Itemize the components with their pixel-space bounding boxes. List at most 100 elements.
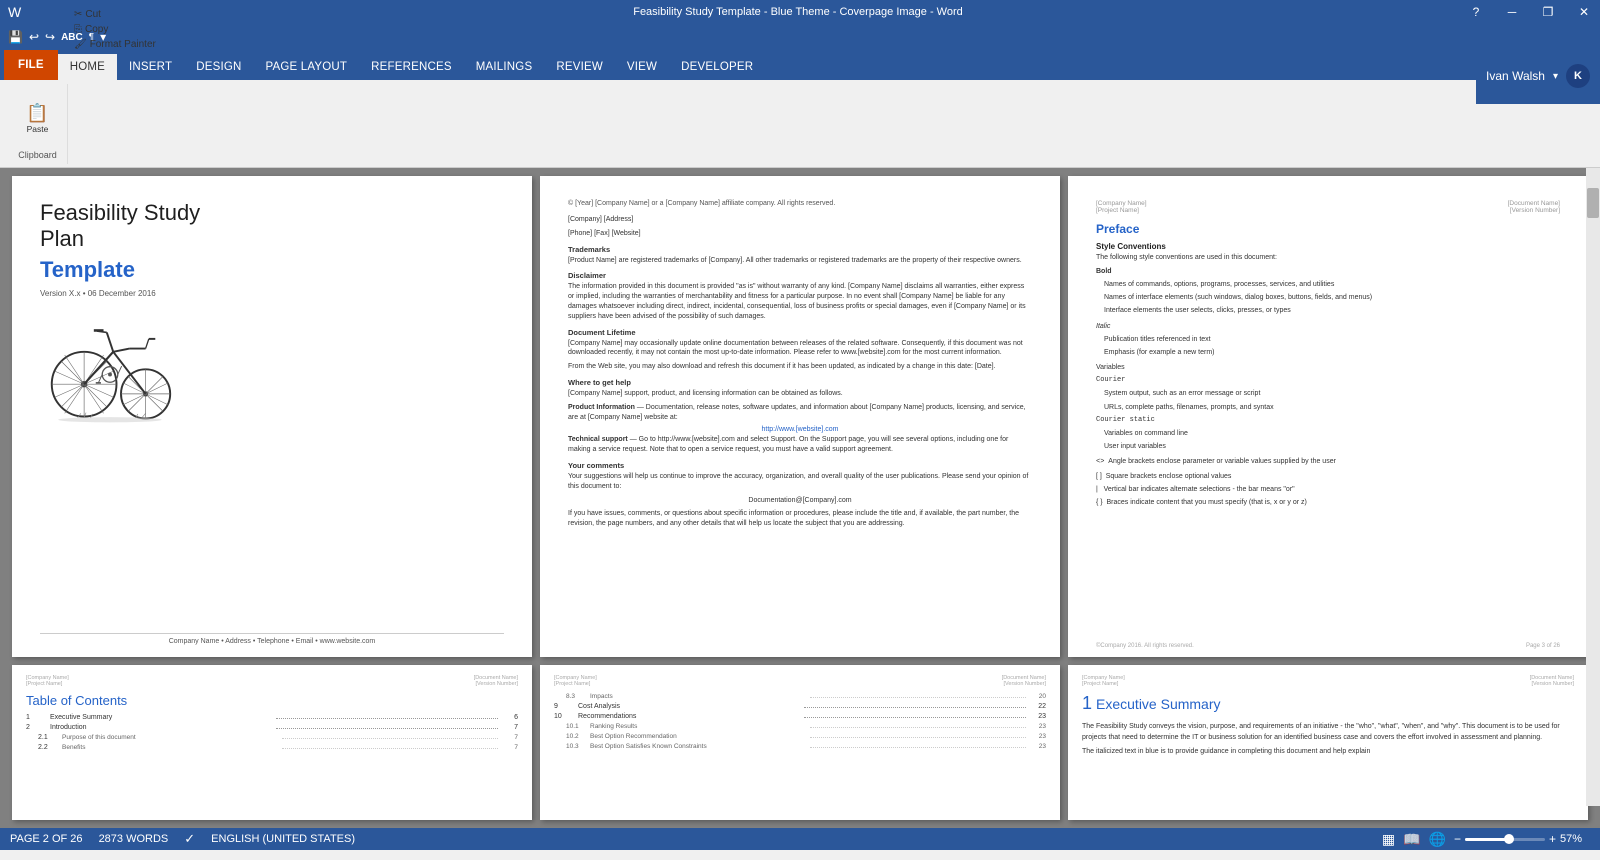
technical-support: Technical support — Go to http://www.[we… bbox=[568, 435, 1032, 455]
lifetime-text2: From the Web site, you may also download… bbox=[568, 362, 1032, 372]
save-button[interactable]: 💾 bbox=[8, 30, 23, 44]
paste-button[interactable]: 📋 Paste bbox=[22, 102, 52, 136]
redo-button[interactable]: ↪ bbox=[45, 30, 55, 44]
copyright-text: © [Year] [Company Name] or a [Company Na… bbox=[568, 200, 1032, 207]
tab-home[interactable]: HOME bbox=[58, 54, 117, 80]
tab-references[interactable]: REFERENCES bbox=[359, 54, 464, 80]
lifetime-text1: [Company Name] may occasionally update o… bbox=[568, 339, 1032, 359]
toc-item-2-1: 2.1 Purpose of this document 7 bbox=[26, 734, 518, 742]
exec-number: 1 bbox=[1082, 693, 1092, 714]
document-area: Feasibility Study Plan Template Version … bbox=[0, 168, 1600, 828]
toc-item-10: 10 Recommendations 23 bbox=[554, 713, 1046, 721]
page-6-exec-summary: [Company Name][Project Name] [Document N… bbox=[1068, 665, 1588, 820]
page-4-toc: [Company Name][Project Name] [Document N… bbox=[12, 665, 532, 820]
product-link[interactable]: http://www.[website].com bbox=[568, 426, 1032, 433]
style-courier-desc1: System output, such as an error message … bbox=[1096, 388, 1560, 399]
toc-item-1: 1 Executive Summary 6 bbox=[26, 714, 518, 722]
address-line2: [Phone] [Fax] [Website] bbox=[568, 229, 1032, 239]
ribbon-tabs: FILE HOME INSERT DESIGN PAGE LAYOUT REFE… bbox=[0, 50, 1600, 80]
user-area: Ivan Walsh ▾ K bbox=[1476, 48, 1600, 104]
word-icon: W bbox=[8, 4, 21, 20]
scrollbar-thumb[interactable] bbox=[1587, 188, 1599, 218]
toc-item-8-3: 8.3 Impacts 20 bbox=[554, 693, 1046, 701]
quick-access-toolbar: 💾 ↩ ↪ ABC ¶ ▾ bbox=[0, 24, 1600, 50]
tab-mailings[interactable]: MAILINGS bbox=[464, 54, 545, 80]
cut-icon: ✂ bbox=[74, 9, 82, 20]
comments-heading: Your comments bbox=[568, 461, 1032, 470]
page-5-toc-cont: [Company Name][Project Name] [Document N… bbox=[540, 665, 1060, 820]
comments-email: Documentation@[Company].com bbox=[568, 496, 1032, 506]
toc-title: Table of Contents bbox=[26, 693, 518, 708]
exec-title: Executive Summary bbox=[1096, 696, 1220, 712]
status-left: PAGE 2 OF 26 2873 WORDS ✓ ENGLISH (UNITE… bbox=[10, 831, 355, 847]
tab-developer[interactable]: DEVELOPER bbox=[669, 54, 765, 80]
preface-title: Preface bbox=[1096, 222, 1560, 236]
lifetime-heading: Document Lifetime bbox=[568, 328, 1032, 337]
close-button[interactable]: ✕ bbox=[1576, 4, 1592, 20]
exec-text-2: The italicized text in blue is to provid… bbox=[1082, 747, 1574, 758]
status-right: ▦ 📖 🌐 − + 57% bbox=[1382, 831, 1590, 848]
tab-design[interactable]: DESIGN bbox=[184, 54, 253, 80]
spell-check-icon: ✓ bbox=[184, 831, 195, 847]
zoom-slider-track[interactable] bbox=[1465, 838, 1545, 841]
trademarks-heading: Trademarks bbox=[568, 245, 1032, 254]
copy-icon: ⎘ bbox=[74, 24, 82, 35]
style-courier-desc2: URLs, complete paths, filenames, prompts… bbox=[1096, 402, 1560, 413]
help-heading: Where to get help bbox=[568, 378, 1032, 387]
cover-subtitle: Template bbox=[40, 257, 504, 283]
title-bar-controls: ? ─ ❐ ✕ bbox=[1468, 4, 1592, 20]
read-mode-button[interactable]: 📖 bbox=[1403, 831, 1420, 848]
style-italic-desc1: Publication titles referenced in text bbox=[1096, 334, 1560, 345]
style-bold-label: Bold bbox=[1096, 266, 1560, 277]
page4-header: [Company Name][Project Name] [Document N… bbox=[26, 675, 518, 687]
undo-button[interactable]: ↩ bbox=[29, 30, 39, 44]
exec-summary-heading: 1 Executive Summary bbox=[1082, 693, 1574, 718]
style-bold-desc2: Names of interface elements (such window… bbox=[1096, 292, 1560, 303]
zoom-level: 57% bbox=[1560, 833, 1590, 845]
title-bar: W Feasibility Study Template - Blue Them… bbox=[0, 0, 1600, 24]
page3-header: [Company Name] [Project Name] [Document … bbox=[1096, 200, 1560, 214]
bicycle-svg bbox=[45, 313, 175, 423]
page-info: PAGE 2 OF 26 bbox=[10, 833, 83, 845]
tab-insert[interactable]: INSERT bbox=[117, 54, 184, 80]
copy-button[interactable]: ⎘Copy bbox=[70, 23, 160, 36]
format-painter-button[interactable]: 🖌Format Painter bbox=[70, 38, 160, 51]
page3-pagenum: Page 3 of 26 bbox=[1526, 643, 1560, 649]
style-user-input: User input variables bbox=[1096, 441, 1560, 452]
tab-file[interactable]: FILE bbox=[4, 50, 58, 80]
scrollbar-right[interactable] bbox=[1586, 168, 1600, 806]
tab-page-layout[interactable]: PAGE LAYOUT bbox=[254, 54, 360, 80]
web-layout-button[interactable]: 🌐 bbox=[1429, 831, 1446, 848]
zoom-out-button[interactable]: − bbox=[1454, 832, 1461, 846]
zoom-in-button[interactable]: + bbox=[1549, 832, 1556, 846]
zoom-slider-thumb[interactable] bbox=[1504, 834, 1514, 844]
help-button[interactable]: ? bbox=[1468, 4, 1484, 20]
tab-view[interactable]: VIEW bbox=[615, 54, 669, 80]
page3-footer: ©Company 2016. All rights reserved. Page… bbox=[1096, 643, 1560, 649]
address-line1: [Company] [Address] bbox=[568, 215, 1032, 225]
restore-button[interactable]: ❐ bbox=[1540, 4, 1556, 20]
status-bar: PAGE 2 OF 26 2873 WORDS ✓ ENGLISH (UNITE… bbox=[0, 828, 1600, 850]
user-avatar: K bbox=[1566, 64, 1590, 88]
user-name: Ivan Walsh bbox=[1486, 69, 1545, 83]
cover-version: Version X.x • 06 December 2016 bbox=[40, 289, 504, 298]
page3-copyright: ©Company 2016. All rights reserved. bbox=[1096, 643, 1194, 649]
print-layout-button[interactable]: ▦ bbox=[1382, 831, 1395, 848]
cut-button[interactable]: ✂Cut bbox=[70, 8, 160, 21]
minimize-button[interactable]: ─ bbox=[1504, 4, 1520, 20]
tab-review[interactable]: REVIEW bbox=[544, 54, 615, 80]
pages-row-bottom: [Company Name][Project Name] [Document N… bbox=[0, 665, 1600, 820]
cover-image bbox=[40, 308, 180, 428]
style-variables-label: Variables bbox=[1096, 362, 1560, 373]
style-angle-brackets: <> Angle brackets enclose parameter or v… bbox=[1096, 456, 1560, 468]
toc-item-10-3: 10.3 Best Option Satisfies Known Constra… bbox=[554, 743, 1046, 751]
toc-item-10-2: 10.2 Best Option Recommendation 23 bbox=[554, 733, 1046, 741]
style-italic-desc2: Emphasis (for example a new term) bbox=[1096, 347, 1560, 358]
clipboard-label: Clipboard bbox=[18, 150, 57, 160]
style-bold-desc1: Names of commands, options, programs, pr… bbox=[1096, 279, 1560, 290]
toc-item-10-1: 10.1 Ranking Results 23 bbox=[554, 723, 1046, 731]
word-count: 2873 WORDS bbox=[99, 833, 169, 845]
pages-row-top: Feasibility Study Plan Template Version … bbox=[0, 176, 1600, 657]
page5-header: [Company Name][Project Name] [Document N… bbox=[554, 675, 1046, 687]
trademarks-text: [Product Name] are registered trademarks… bbox=[568, 256, 1032, 266]
